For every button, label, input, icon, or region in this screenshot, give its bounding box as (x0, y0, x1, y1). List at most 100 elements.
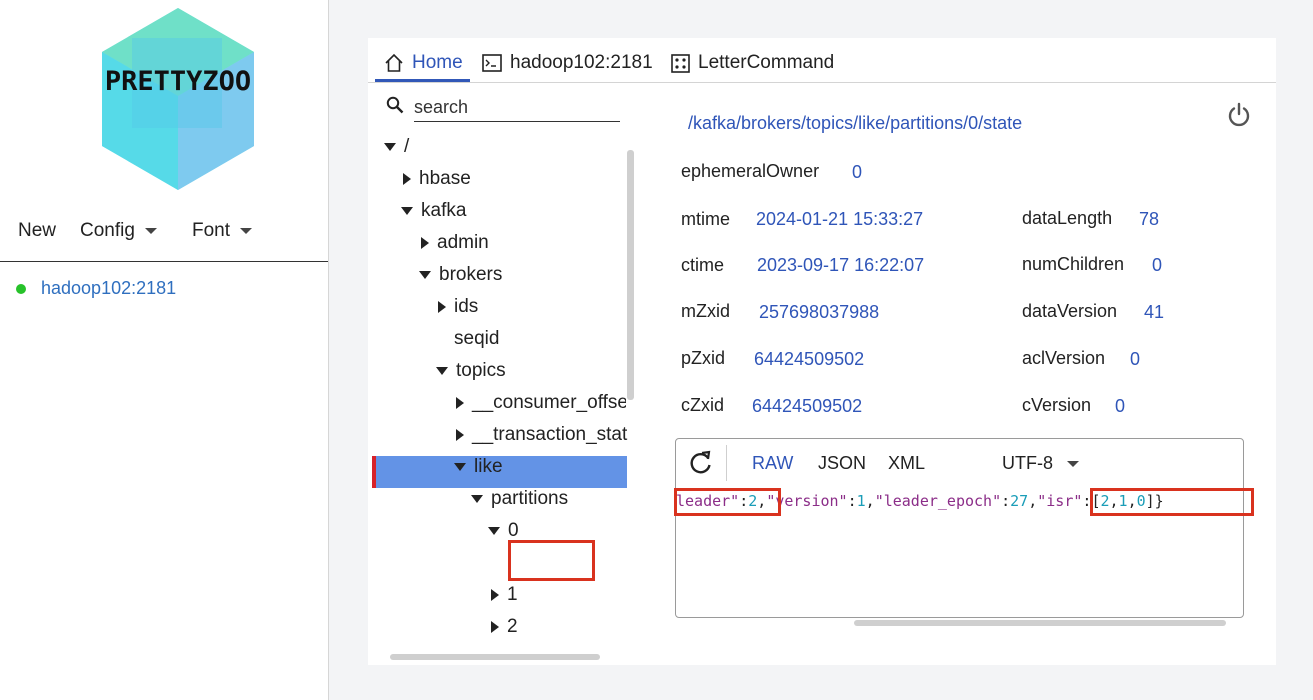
active-tab-indicator (375, 79, 470, 82)
pzxid-label: pZxid (681, 348, 726, 368)
tree-node-like[interactable]: like (454, 453, 503, 481)
tab-home[interactable]: Home (384, 52, 463, 74)
server-name: hadoop102:2181 (41, 278, 177, 298)
editor-horizontal-scrollbar[interactable] (854, 620, 1226, 626)
encoding-select[interactable]: UTF-8 (1002, 453, 1079, 474)
tree-node-brokers[interactable]: brokers (419, 261, 502, 289)
expanded-arrow-icon (488, 527, 500, 535)
font-menu[interactable]: Font (192, 220, 253, 242)
menu-bar: New Config Font (0, 212, 328, 262)
tree-node-label: seqid (454, 328, 500, 349)
collapsed-arrow-icon (403, 173, 411, 185)
leader-highlight-box (674, 488, 781, 516)
json-key: "leader_epoch" (874, 492, 1002, 510)
tree-node-label: topics (456, 360, 506, 381)
tree-node-label: __transaction_state (472, 424, 628, 445)
tree-node-label: 0 (508, 520, 519, 541)
acl-version-label: aclVersion (1022, 348, 1106, 368)
json-key: "isr" (1037, 492, 1083, 510)
new-menu[interactable]: New (18, 220, 56, 242)
mzxid-label: mZxid (681, 301, 730, 321)
json-number: 1 (856, 492, 866, 510)
dice-icon (671, 53, 690, 73)
tree-node-transaction-state[interactable]: __transaction_state (456, 421, 628, 449)
data-length-label: dataLength (1022, 208, 1113, 228)
json-punct: : (1001, 492, 1011, 510)
tree-node-label: brokers (439, 264, 503, 285)
expanded-arrow-icon (384, 143, 396, 151)
expanded-arrow-icon (471, 495, 483, 503)
mtime-label: mtime (681, 209, 730, 229)
chevron-down-icon (240, 228, 253, 234)
main-card: Home hadoop102:2181 LetterCommand search… (368, 38, 1276, 665)
tab-server-label: hadoop102:2181 (510, 52, 653, 73)
data-editor[interactable]: RAW JSON XML UTF-8 leader":2,"version":1… (674, 438, 1254, 618)
ctime-value: 2023-09-17 16:22:07 (757, 255, 925, 275)
pzxid-value: 64424509502 (754, 349, 865, 369)
tab-server[interactable]: hadoop102:2181 (482, 52, 653, 74)
search-input[interactable] (414, 94, 620, 122)
json-punct: , (865, 492, 875, 510)
num-children-value: 0 (1152, 255, 1163, 275)
tree-node-partition-2[interactable]: 2 (491, 613, 518, 641)
power-icon[interactable] (1226, 102, 1252, 128)
collapsed-arrow-icon (421, 237, 429, 249)
json-number: 27 (1010, 492, 1029, 510)
data-version-value: 41 (1144, 302, 1165, 322)
logo-text: PRETTYZOO (105, 66, 251, 97)
isr-highlight-box (1090, 488, 1254, 516)
tab-home-label: Home (412, 52, 463, 73)
tree-node-label: partitions (491, 488, 569, 509)
format-xml-button[interactable]: XML (888, 453, 925, 474)
terminal-icon (482, 54, 502, 72)
format-json-button[interactable]: JSON (818, 453, 866, 474)
chevron-down-icon (144, 228, 157, 234)
tree-node-label: 1 (507, 584, 518, 605)
config-menu-label: Config (80, 220, 135, 241)
expanded-arrow-icon (454, 463, 466, 471)
tree-node-partition-1[interactable]: 1 (491, 581, 518, 609)
server-list-item[interactable]: hadoop102:2181 (16, 278, 176, 299)
tree-horizontal-scrollbar[interactable] (390, 654, 600, 660)
tree-node-label: like (474, 456, 503, 477)
collapsed-arrow-icon (491, 589, 499, 601)
tree-node-hbase[interactable]: hbase (403, 165, 471, 193)
collapsed-arrow-icon (456, 429, 464, 441)
config-menu[interactable]: Config (80, 220, 157, 242)
tree-node-label: admin (437, 232, 489, 253)
tree-node-partitions[interactable]: partitions (471, 485, 568, 513)
state-highlight-box (508, 540, 595, 581)
left-panel: PRETTYZOO New Config Font hadoop102:2181 (0, 0, 329, 700)
expanded-arrow-icon (436, 367, 448, 375)
ephemeral-owner-label: ephemeralOwner (681, 161, 820, 181)
new-menu-label: New (18, 220, 57, 241)
tree-node-consumer-offsets[interactable]: __consumer_offset (456, 389, 626, 417)
czxid-value: 64424509502 (752, 396, 863, 416)
chevron-down-icon (1067, 460, 1079, 467)
node-path: /kafka/brokers/topics/like/partitions/0/… (688, 113, 1023, 133)
tree-node-label: __consumer_offset (472, 392, 626, 413)
tree-node-admin[interactable]: admin (421, 229, 489, 257)
tree-node-topics[interactable]: topics (436, 357, 506, 385)
expanded-arrow-icon (419, 271, 431, 279)
tree-vertical-scrollbar[interactable] (627, 150, 634, 400)
font-menu-label: Font (192, 220, 231, 241)
tree-node-root[interactable]: / (384, 133, 409, 161)
num-children-label: numChildren (1022, 254, 1125, 274)
format-raw-button[interactable]: RAW (752, 453, 793, 474)
data-version-label: dataVersion (1022, 301, 1118, 321)
tab-letter-command[interactable]: LetterCommand (671, 52, 834, 74)
toolbar-divider (726, 445, 727, 481)
mzxid-value: 257698037988 (759, 302, 880, 322)
tree-node-seqid[interactable]: seqid (454, 325, 499, 353)
acl-version-value: 0 (1130, 349, 1141, 369)
c-version-label: cVersion (1022, 395, 1092, 415)
tree-node-ids[interactable]: ids (438, 293, 478, 321)
tree-node-kafka[interactable]: kafka (401, 197, 466, 225)
collapsed-arrow-icon (438, 301, 446, 313)
collapsed-arrow-icon (491, 621, 499, 633)
tree-node-label: ids (454, 296, 479, 317)
refresh-icon[interactable] (689, 450, 713, 476)
c-version-value: 0 (1115, 396, 1126, 416)
search-icon (386, 96, 404, 114)
